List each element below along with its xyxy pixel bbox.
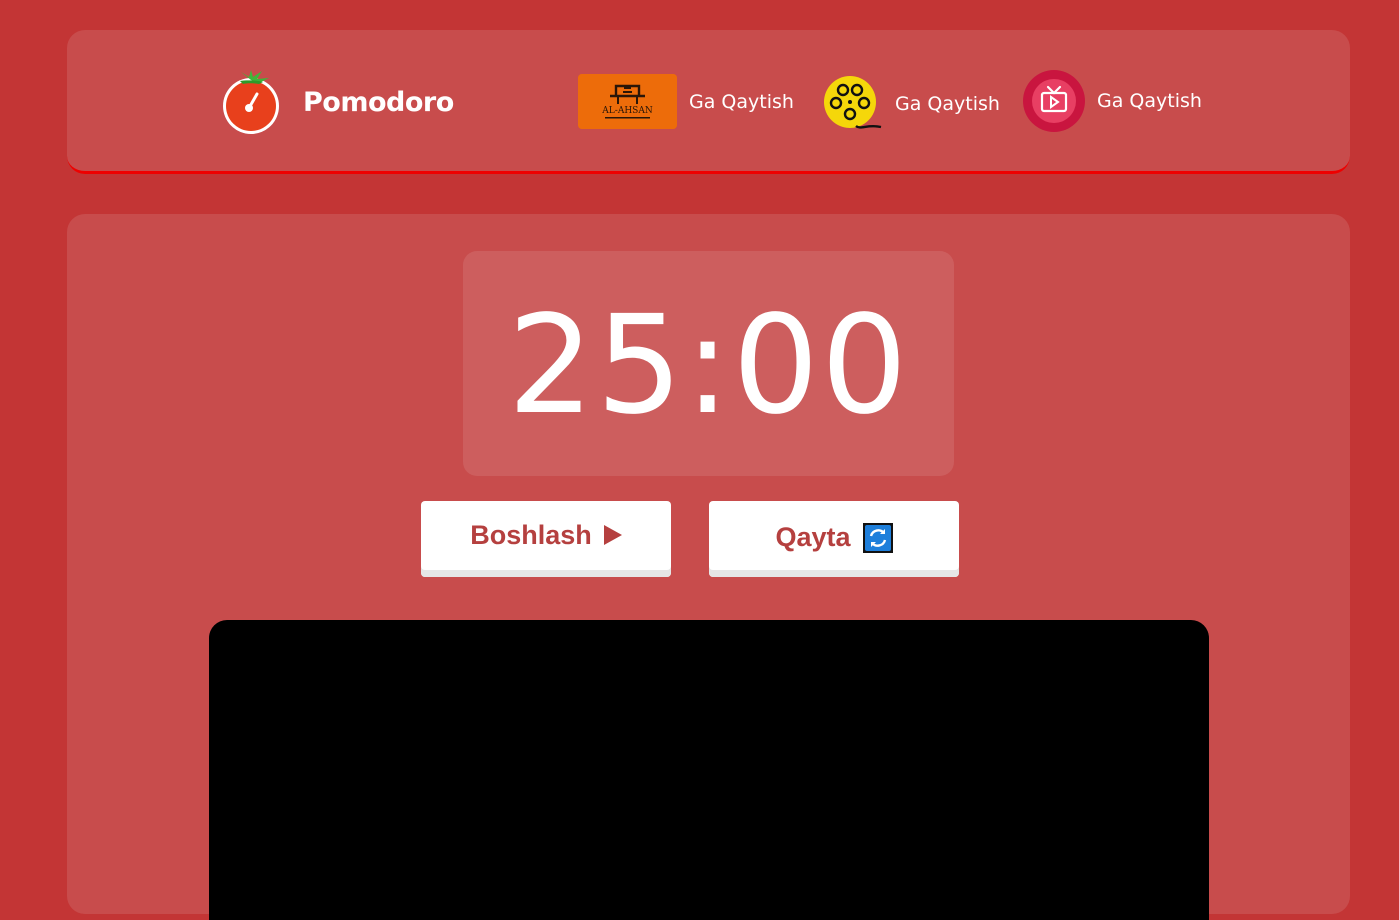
reset-button-label: Qayta: [775, 521, 851, 552]
reset-button[interactable]: Qayta: [709, 501, 959, 577]
start-button-label: Boshlash: [470, 519, 592, 550]
nav-link-label: Ga Qaytish: [689, 90, 794, 113]
nav-link-label: Ga Qaytish: [1097, 90, 1202, 112]
start-button[interactable]: Boshlash: [421, 501, 671, 577]
timer-panel: 25:00 Boshlash Qayta: [67, 214, 1350, 920]
brand-home-link[interactable]: Pomodoro: [219, 68, 454, 136]
nav-link-label: Ga Qaytish: [895, 93, 1000, 115]
al-ahsan-logo-text: AL-AHSAN: [601, 106, 653, 116]
play-icon: [603, 525, 622, 545]
nav-link-tv[interactable]: Ga Qaytish: [1023, 70, 1202, 132]
nav-link-film[interactable]: Ga Qaytish: [823, 74, 1000, 134]
tv-play-icon: [1023, 70, 1085, 132]
brand-title: Pomodoro: [303, 86, 454, 118]
refresh-icon: [862, 523, 893, 553]
nav-link-al-ahsan[interactable]: AL-AHSAN Ga Qaytish: [578, 74, 794, 129]
film-reel-icon: [824, 76, 882, 129]
video-player[interactable]: [209, 620, 1209, 920]
tomato-timer-icon: [223, 70, 279, 134]
header: Pomodoro AL-AHSAN Ga Qaytish Ga Qaytish …: [67, 30, 1350, 174]
timer-display: 25:00: [463, 251, 954, 476]
al-ahsan-logo-icon: AL-AHSAN: [578, 74, 677, 129]
timer-text: 25:00: [507, 286, 910, 445]
